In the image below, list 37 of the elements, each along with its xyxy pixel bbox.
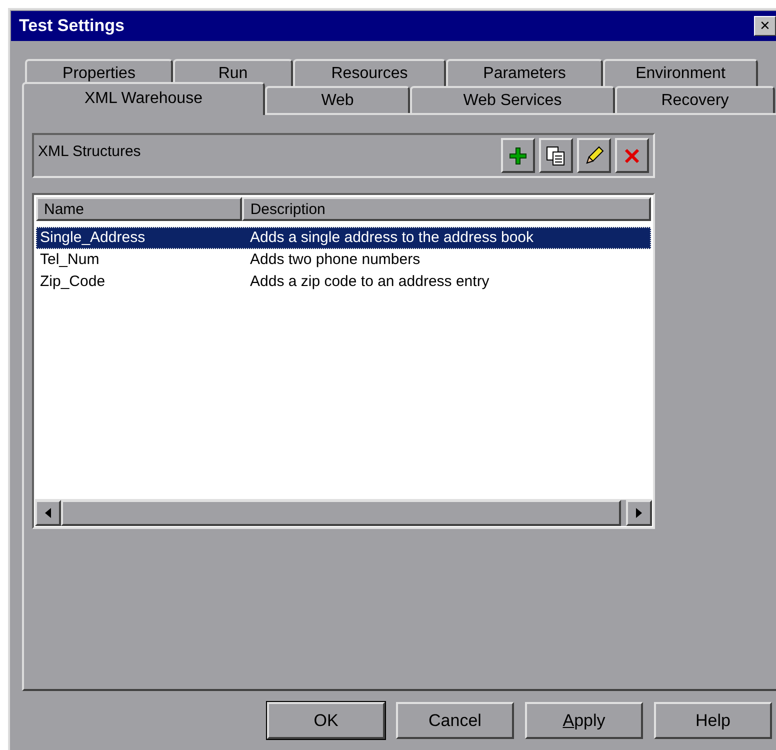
copy-icon — [545, 144, 567, 166]
tab[interactable]: XML Warehouse — [22, 82, 265, 115]
group-title: XML Structures — [38, 142, 141, 162]
table-cell-text: Zip_Code — [39, 272, 106, 292]
help-button[interactable]: Help — [654, 702, 772, 739]
close-button[interactable]: × — [754, 16, 776, 36]
tab[interactable]: Environment — [603, 59, 758, 86]
delete-icon — [623, 146, 641, 164]
add-button[interactable] — [501, 138, 535, 173]
column-header[interactable]: Description — [242, 197, 651, 221]
delete-button[interactable] — [615, 138, 649, 173]
list-row[interactable]: Tel_Num Adds two phone numbers — [36, 249, 651, 271]
right-arrow-icon — [636, 508, 642, 518]
pencil-icon — [583, 144, 605, 166]
table-cell-text: Adds two phone numbers — [249, 250, 422, 270]
table-cell-text: Tel_Num — [39, 250, 100, 270]
list-row[interactable]: Single_Address Adds a single address to the address book — [36, 227, 651, 249]
scroll-left-button[interactable] — [35, 500, 61, 526]
column-header[interactable]: Name — [36, 197, 242, 221]
table-cell-text: Adds a single address to the address book — [249, 228, 535, 248]
window-title: Test Settings — [19, 15, 124, 38]
add-icon — [508, 146, 528, 166]
list-row[interactable]: Zip_Code Adds a zip code to an address entry — [36, 271, 651, 293]
tab[interactable]: Recovery — [615, 86, 775, 113]
scroll-right-button[interactable] — [626, 500, 652, 526]
edit-button[interactable] — [577, 138, 611, 173]
table-cell-text: Adds a zip code to an address entry — [249, 272, 490, 292]
cancel-button[interactable]: Cancel — [396, 702, 514, 739]
table-cell-text: Single_Address — [39, 228, 146, 248]
tab[interactable]: Web Services — [410, 86, 615, 113]
ok-button[interactable]: OK — [267, 702, 385, 739]
tab[interactable]: Web — [265, 86, 410, 113]
tab[interactable]: Resources — [293, 59, 446, 86]
copy-button[interactable] — [539, 138, 573, 173]
tab[interactable]: Parameters — [446, 59, 603, 86]
apply-button[interactable]: Apply — [525, 702, 643, 739]
left-arrow-icon — [45, 508, 51, 518]
